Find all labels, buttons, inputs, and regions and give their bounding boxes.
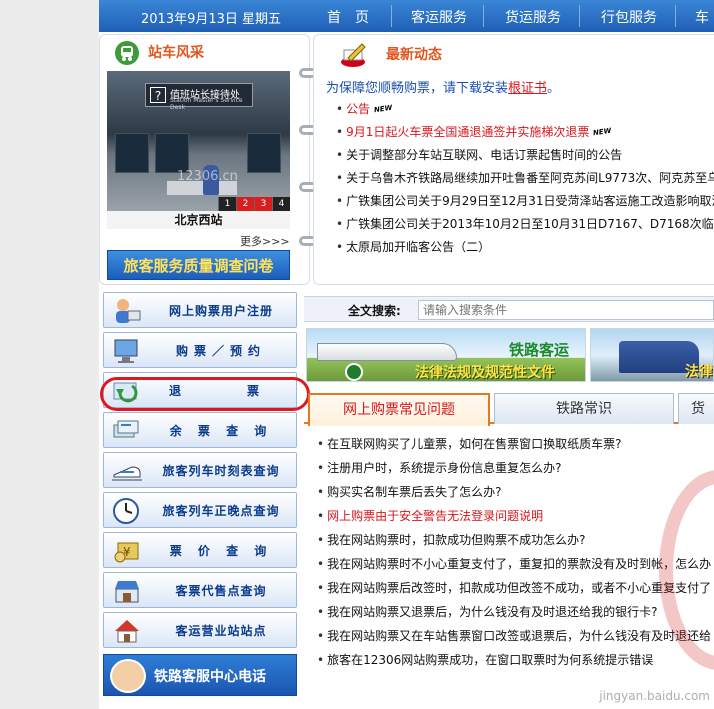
law-banner-secondary[interactable]: 法律 xyxy=(590,328,714,382)
faq-item[interactable]: 我在网站购票时，扣款成功但购票不成功怎么办? xyxy=(317,528,711,552)
agency-query-button[interactable]: 客票代售点查询 xyxy=(103,572,297,608)
departure-board xyxy=(247,133,281,173)
left-margin xyxy=(0,0,99,709)
railway-logo-icon xyxy=(345,363,363,381)
nav-freight-service[interactable]: 货运服务 xyxy=(505,7,561,27)
notice-suffix: 。 xyxy=(547,81,561,96)
new-badge: NEW xyxy=(373,103,393,115)
faq-item[interactable]: 旅客在12306网站购票成功，在窗口取票时为何系统提示错误 xyxy=(317,648,711,672)
current-date: 2013年9月13日 星期五 xyxy=(141,12,282,27)
survey-banner[interactable]: 旅客服务质量调查问卷 xyxy=(107,250,290,280)
info-icon: ? xyxy=(150,87,166,103)
menu-label: 购票／预约 xyxy=(175,344,266,358)
banner-title: 铁路客运 xyxy=(509,341,570,359)
news-item[interactable]: 太原局加开临客公告（二） xyxy=(336,237,714,260)
latest-news-panel: 最新动态 为保障您顺畅购票，请下载安装根证书。 公告NEW 9月1日起火车票全国… xyxy=(313,34,714,285)
faq-list: 在互联网购买了儿童票，如何在售票窗口换取纸质车票? 注册用户时，系统提示身份信息… xyxy=(317,432,711,672)
cert-notice: 为保障您顺畅购票，请下载安装根证书。 xyxy=(326,77,560,96)
menu-label: 客运营业站站点 xyxy=(175,624,267,638)
train-icon xyxy=(115,41,139,65)
slide-page-4[interactable]: 4 xyxy=(272,197,290,211)
remaining-tickets-button[interactable]: 余 票 查 询 xyxy=(103,412,297,448)
hotline-label: 铁路客服中心电话 xyxy=(154,669,266,685)
menu-label: 旅客列车时刻表查询 xyxy=(162,464,280,478)
station-query-button[interactable]: 客运营业站站点 xyxy=(103,612,297,648)
site-watermark: jingyan.baidu.com xyxy=(599,689,710,703)
computer-icon xyxy=(114,339,138,363)
search-input[interactable] xyxy=(418,300,714,320)
slide-page-2[interactable]: 2 xyxy=(236,197,254,211)
slide-pager: 1 2 3 4 xyxy=(218,197,290,211)
tab-freight[interactable]: 货 xyxy=(678,393,714,424)
banner-title: 法律 xyxy=(685,364,713,380)
full-text-search-bar: 全文搜索: xyxy=(304,296,714,322)
ticket-stack-icon xyxy=(113,420,139,438)
faq-item[interactable]: 我在网站购票又在车站售票窗口改签或退票后，为什么钱没有及时退还给 xyxy=(317,624,711,648)
law-regulations-banner[interactable]: 铁路客运 法律法规及规范性文件 xyxy=(306,328,586,382)
user-register-icon xyxy=(116,299,141,323)
station-caption: 北京西站 xyxy=(107,211,290,229)
station-showcase-panel: 站车风采 ? 值班站长接待处 Station Master's Service … xyxy=(99,34,310,285)
info-tabs: 网上购票常见问题 铁路常识 货 xyxy=(304,390,714,426)
buy-ticket-button[interactable]: 购票／预约 xyxy=(103,332,297,368)
page-stage: 2013年9月13日 星期五 首 页 客运服务 货运服务 行包服务 车 站车风采… xyxy=(99,0,714,709)
nav-home[interactable]: 首 页 xyxy=(327,7,369,27)
more-link[interactable]: 更多>>> xyxy=(240,233,290,249)
user-register-button[interactable]: 网上购票用户注册 xyxy=(103,292,297,328)
faq-item[interactable]: 我在网站购票时不小心重复支付了，重复扣的票款没有及时到帐，怎么办 xyxy=(317,552,711,576)
customer-service-hotline-banner[interactable]: 铁路客服中心电话 xyxy=(103,654,297,696)
faq-item[interactable]: 网上购票由于安全警告无法登录问题说明 xyxy=(317,504,711,528)
menu-label: 票 价 查 询 xyxy=(169,544,273,558)
news-item[interactable]: 关于乌鲁木齐铁路局继续加开吐鲁番至阿克苏间L9773次、阿克苏至乌 xyxy=(336,168,714,191)
faq-item[interactable]: 购买实名制车票后丢失了怎么办? xyxy=(317,480,711,504)
station-photo: ? 值班站长接待处 Station Master's Service Desk … xyxy=(107,71,290,211)
house-icon xyxy=(115,620,139,643)
news-item[interactable]: 9月1日起火车票全国通退通签并实施梯次退票NEW xyxy=(336,122,714,145)
agent-avatar xyxy=(110,659,146,693)
faq-item[interactable]: 我在网站购票后改签时，扣款成功但改签不成功，或者不小心重复支付了 xyxy=(317,576,711,600)
slide-page-1[interactable]: 1 xyxy=(218,197,236,211)
news-item[interactable]: 广铁集团公司关于9月29日至12月31日受菏泽站客运施工改造影响取消 xyxy=(336,191,714,214)
nav-more[interactable]: 车 xyxy=(695,7,709,27)
news-item[interactable]: 公告NEW xyxy=(336,99,714,122)
station-sign: ? 值班站长接待处 Station Master's Service Desk xyxy=(145,83,253,111)
news-item[interactable]: 关于调整部分车站互联网、电话订票起售时间的公告 xyxy=(336,145,714,168)
clock-icon xyxy=(113,498,139,524)
faq-item[interactable]: 注册用户时，系统提示身份信息重复怎么办? xyxy=(317,456,711,480)
search-label: 全文搜索: xyxy=(348,304,401,318)
menu-label: 网上购票用户注册 xyxy=(168,304,273,318)
menu-label: 旅客列车正晚点查询 xyxy=(162,504,280,518)
timetable-query-button[interactable]: 旅客列车时刻表查询 xyxy=(103,452,297,488)
photo-watermark: 12306.cn xyxy=(177,169,238,184)
news-item[interactable]: 广铁集团公司关于2013年10月2日至10月31日D7167、D7168次临 xyxy=(336,214,714,237)
banner-subtitle: 法律法规及规范性文件 xyxy=(415,365,555,381)
nav-passenger-service[interactable]: 客运服务 xyxy=(411,7,467,27)
notice-text: 为保障您顺畅购票，请下载安装 xyxy=(326,81,509,96)
tab-railway-knowledge[interactable]: 铁路常识 xyxy=(494,393,674,424)
sign-text-en: Station Master's Service Desk xyxy=(170,97,243,111)
highlight-annotation xyxy=(100,377,310,411)
root-cert-link[interactable]: 根证书 xyxy=(508,81,547,96)
money-icon: ¥ xyxy=(114,542,139,563)
faq-item[interactable]: 在互联网购买了儿童票，如何在售票窗口换取纸质车票? xyxy=(317,432,711,456)
nav-baggage-service[interactable]: 行包服务 xyxy=(601,7,657,27)
top-nav-bar: 2013年9月13日 星期五 首 页 客运服务 货运服务 行包服务 车 xyxy=(99,0,714,32)
pen-paper-icon xyxy=(341,43,366,67)
fare-query-button[interactable]: ¥ 票 价 查 询 xyxy=(103,532,297,568)
train-image xyxy=(317,343,457,361)
bullet-train-icon xyxy=(112,466,142,481)
new-badge: NEW xyxy=(592,126,613,138)
shop-icon xyxy=(115,581,139,603)
station-panel-title: 站车风采 xyxy=(148,45,204,61)
tab-online-faq[interactable]: 网上购票常见问题 xyxy=(308,393,490,426)
news-panel-title: 最新动态 xyxy=(386,47,442,63)
news-list: 公告NEW 9月1日起火车票全国通退通签并实施梯次退票NEW 关于调整部分车站互… xyxy=(336,99,714,260)
departure-board xyxy=(155,133,189,173)
slide-page-3[interactable]: 3 xyxy=(254,197,272,211)
menu-label: 客票代售点查询 xyxy=(175,584,267,598)
faq-item[interactable]: 我在网站购票又退票后，为什么钱没有及时退还给我的银行卡? xyxy=(317,600,711,624)
menu-label: 余 票 查 询 xyxy=(169,424,273,438)
train-delay-query-button[interactable]: 旅客列车正晚点查询 xyxy=(103,492,297,528)
departure-board xyxy=(115,133,149,173)
